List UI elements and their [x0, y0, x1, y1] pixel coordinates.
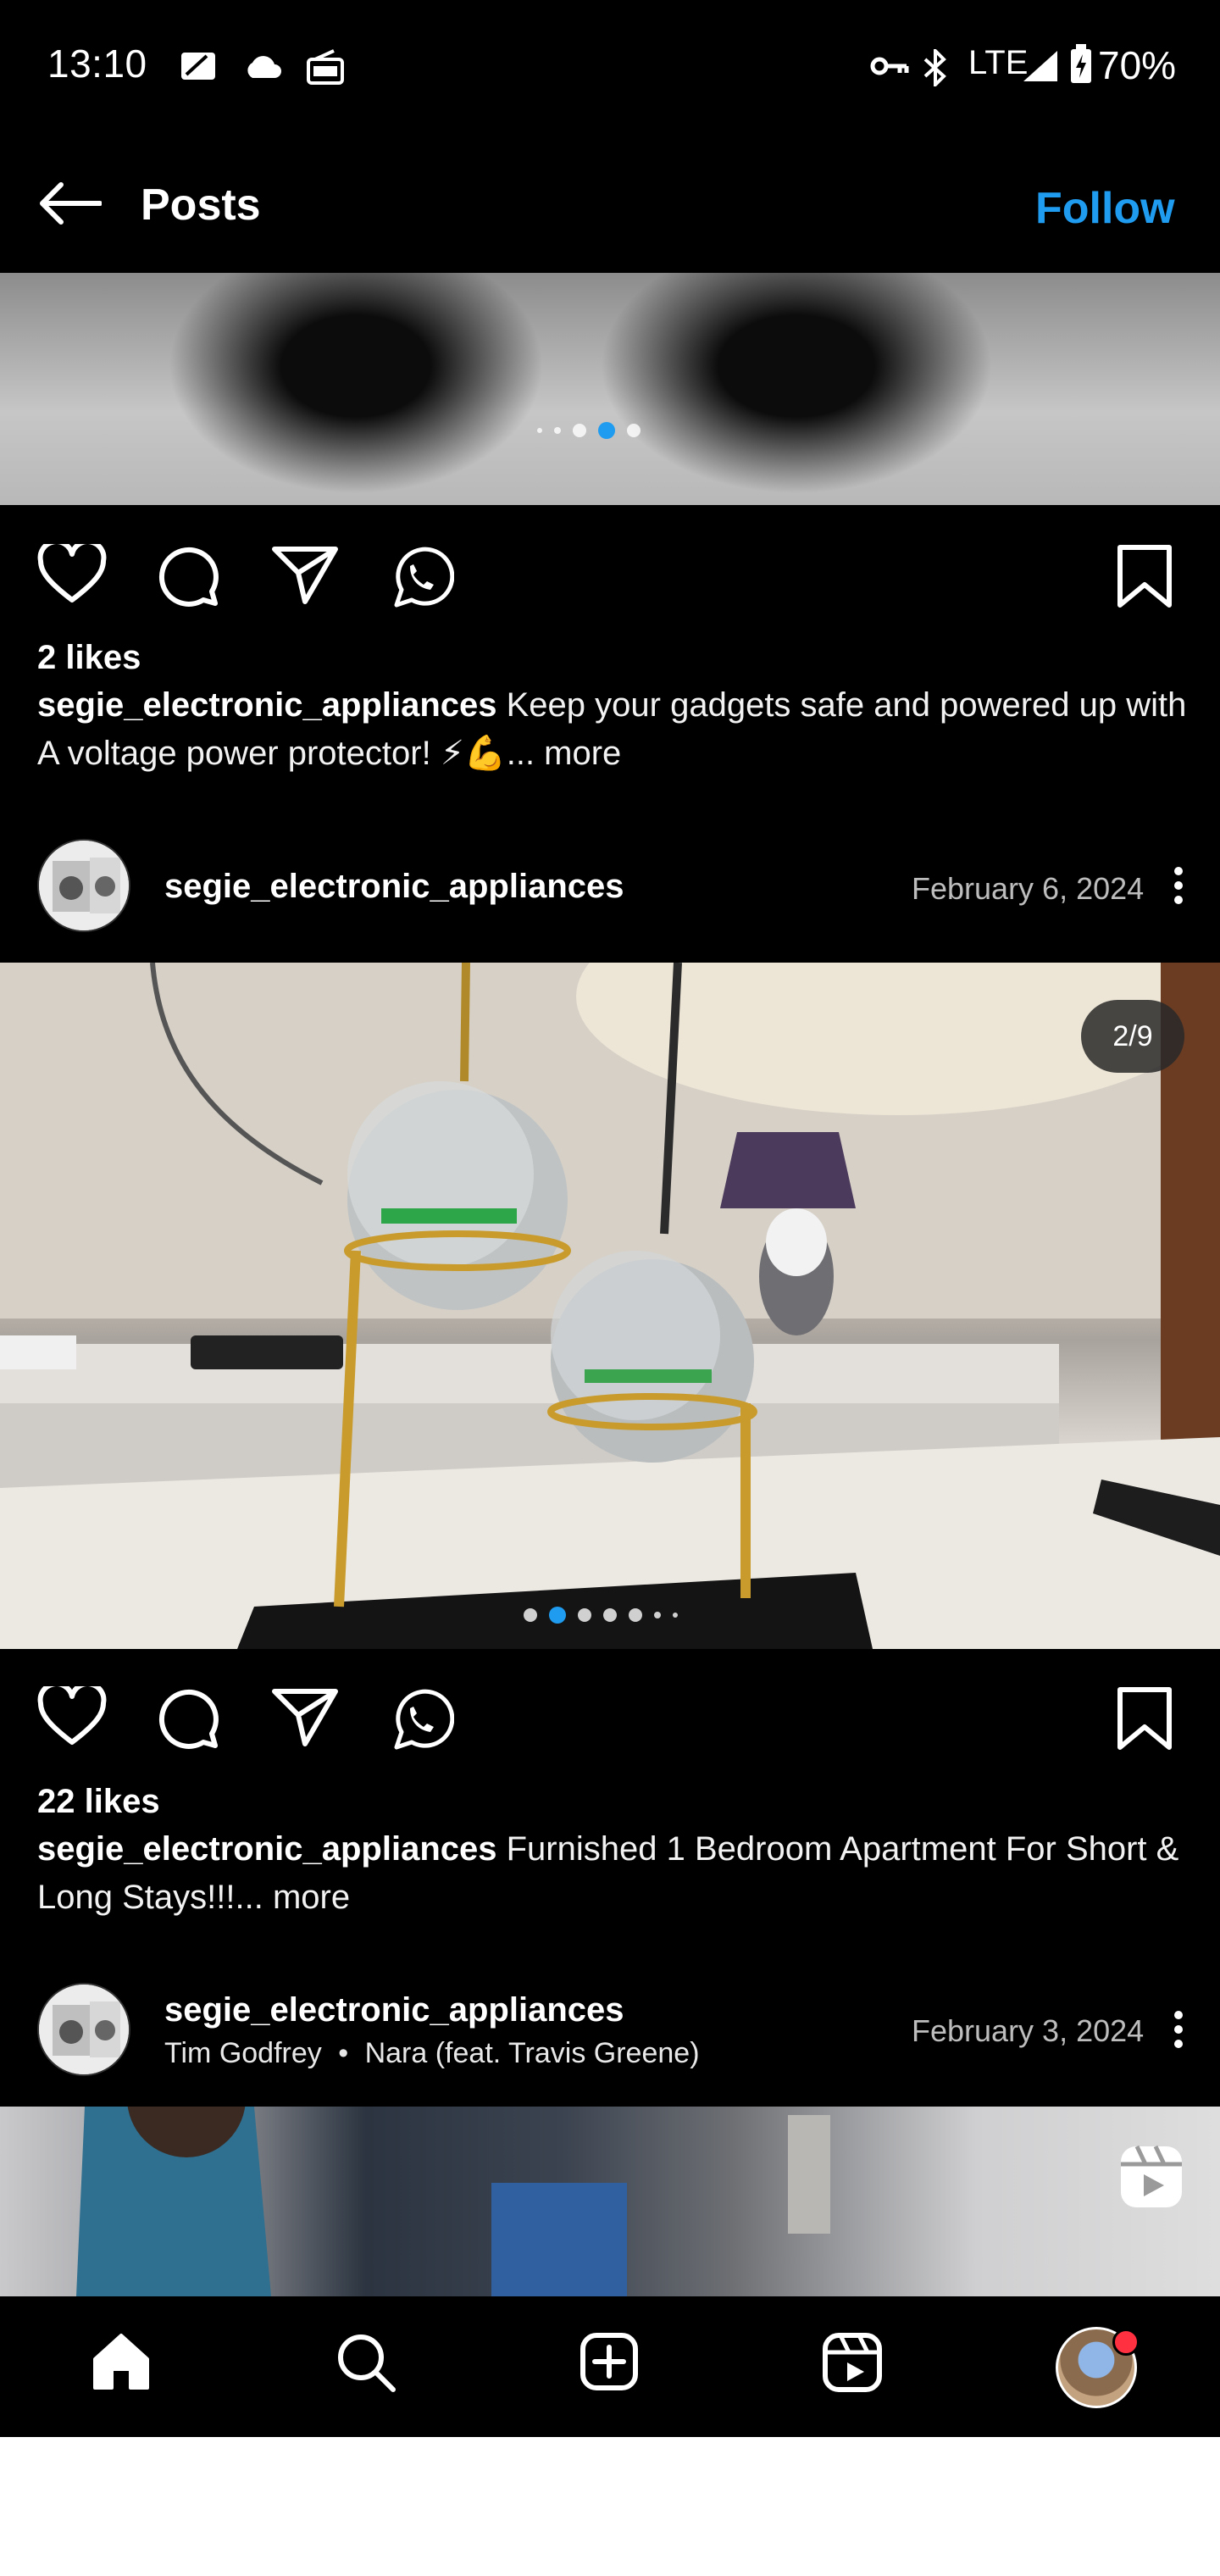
bluetooth-icon [920, 49, 951, 86]
carousel-dot-active [549, 1607, 566, 1624]
post-date: February 6, 2024 [912, 871, 1145, 906]
post-caption: segie_electronic_appliances Keep your ga… [37, 681, 1190, 778]
carousel-dot [537, 428, 542, 433]
post-image[interactable] [0, 963, 1220, 1649]
bookmark-icon[interactable] [1117, 1686, 1173, 1751]
battery-charging-icon [1069, 44, 1093, 85]
more-options-icon[interactable] [1174, 2005, 1184, 2054]
cloud-icon [242, 49, 283, 83]
avatar[interactable] [37, 1983, 130, 2076]
radio-icon [305, 49, 346, 86]
carousel-dot [629, 1608, 642, 1622]
back-arrow-icon[interactable] [37, 180, 102, 227]
comment-icon[interactable] [156, 544, 220, 608]
status-time: 13:10 [47, 42, 147, 86]
notes-icon [178, 49, 220, 83]
battery-percent: 70% [1098, 43, 1177, 87]
carousel-dot [673, 1613, 678, 1618]
reels-nav-icon[interactable] [822, 2332, 883, 2393]
more-link[interactable]: ... more [235, 1879, 350, 1916]
avatar[interactable] [37, 839, 130, 932]
bottom-nav [0, 2296, 1220, 2437]
post-image[interactable] [0, 273, 1220, 505]
page-title: Posts [141, 180, 261, 230]
carousel-indicator [537, 422, 640, 439]
whatsapp-icon[interactable] [386, 544, 454, 612]
carousel-indicator [524, 1607, 678, 1624]
post-username[interactable]: segie_electronic_appliances [164, 1991, 624, 2029]
caption-username[interactable]: segie_electronic_appliances [37, 1830, 497, 1868]
post-actions [0, 1661, 1220, 1771]
post-date: February 3, 2024 [912, 2013, 1145, 2048]
below-nav-area [0, 2437, 1220, 2576]
carousel-dot [524, 1608, 537, 1622]
comment-icon[interactable] [156, 1686, 220, 1751]
home-icon[interactable] [92, 2332, 151, 2391]
carousel-dot [627, 424, 640, 437]
share-send-icon[interactable] [271, 1686, 339, 1747]
carousel-dot [603, 1608, 617, 1622]
vpn-key-icon [869, 49, 910, 83]
follow-button[interactable]: Follow [1035, 183, 1175, 234]
like-count[interactable]: 2 likes [37, 639, 141, 677]
more-link[interactable]: ... more [507, 735, 622, 772]
caption-username[interactable]: segie_electronic_appliances [37, 686, 497, 724]
signal-icon [1022, 49, 1059, 83]
music-artist: Tim Godfrey [164, 2037, 322, 2069]
carousel-dot-active [598, 422, 615, 439]
carousel-dot [654, 1612, 661, 1618]
create-icon[interactable] [580, 2332, 639, 2391]
search-icon[interactable] [336, 2332, 396, 2393]
music-track: Nara (feat. Travis Greene) [364, 2037, 700, 2069]
whatsapp-icon[interactable] [386, 1686, 454, 1754]
notification-dot [1112, 2329, 1140, 2356]
post-video[interactable] [0, 2107, 1220, 2296]
music-info[interactable]: Tim Godfrey • Nara (feat. Travis Greene) [164, 2037, 700, 2070]
post-username[interactable]: segie_electronic_appliances [164, 868, 624, 906]
music-separator: • [338, 2037, 349, 2069]
reels-icon [1118, 2144, 1184, 2210]
share-send-icon[interactable] [271, 544, 339, 605]
status-bar: 13:10 LTE 70% [0, 0, 1220, 136]
network-label: LTE [968, 44, 1029, 81]
bookmark-icon[interactable] [1117, 544, 1173, 608]
post-caption: segie_electronic_appliances Furnished 1 … [37, 1825, 1190, 1922]
post-actions [0, 519, 1220, 629]
more-options-icon[interactable] [1174, 861, 1184, 910]
like-heart-icon[interactable] [37, 544, 107, 605]
carousel-dot [578, 1608, 591, 1622]
like-count[interactable]: 22 likes [37, 1783, 160, 1821]
carousel-dot [554, 427, 561, 434]
like-heart-icon[interactable] [37, 1686, 107, 1747]
carousel-counter: 2/9 [1081, 1000, 1184, 1073]
carousel-dot [573, 424, 586, 437]
